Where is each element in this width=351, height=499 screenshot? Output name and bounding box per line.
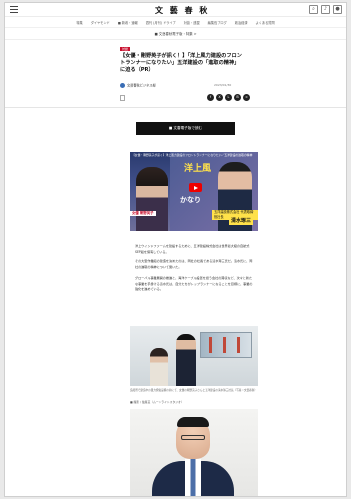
video-title: 【女優・剛野英子が訊く】洋上風力建設のフロントランナーになりたい／五洋建設の進取…	[132, 153, 253, 157]
photo-ship-model	[200, 332, 252, 358]
category-badge: 対談	[120, 47, 131, 51]
search-icon[interactable]: ⌕	[309, 5, 318, 14]
author-avatar	[120, 83, 125, 88]
video-player[interactable]: 【女優・剛野英子が訊く】洋上風力建設のフロントランナーになりたい／五洋建設の進取…	[130, 152, 258, 231]
hamburger-menu-icon[interactable]	[10, 6, 18, 13]
header-icons: ⌕ ♪ ●	[309, 5, 342, 14]
body-paragraph: グローバル事業展開の推進と、海洋ケーブル設置を担う会社の買収など、次々と新たな事…	[135, 276, 253, 292]
portrait-photo	[130, 409, 258, 496]
breadcrumb[interactable]: ■ 文藝春秋電子版・特集 >	[5, 30, 346, 38]
video-overlay-text: 洋上風	[184, 164, 212, 174]
author-byline[interactable]: 文藝春秋ビジネス部	[120, 83, 156, 89]
play-button-icon[interactable]	[189, 183, 202, 192]
page: 文 藝 春 秋 ⌕ ♪ ● 特集 ダイヤモンド ■ 新着・速報 週刊 (月刊) …	[4, 2, 347, 497]
video-overlay-text-2: かなり	[180, 195, 201, 204]
video-label-right-name: 清水琢三	[229, 218, 254, 225]
publish-date: 2023/01/30	[214, 83, 232, 87]
nav-item[interactable]: よくある質問	[256, 18, 275, 27]
hatena-icon[interactable]: B	[234, 94, 241, 101]
body-paragraph: その大型作業船の建造を決めたのは、同社の社長である清水琢三氏だ。清水氏に、同社の…	[135, 259, 253, 269]
user-icon[interactable]: ●	[333, 5, 342, 14]
article-headline: 【女優・剛野英子が訊く！】「洋上風力建設のフロントランナーになりたい」五洋建設の…	[120, 53, 242, 74]
read-in-app-button[interactable]: ■ 文春電子版で読む	[136, 122, 235, 135]
bookmark-icon[interactable]	[120, 95, 125, 101]
photo-caption: 造船所で建造中の風力発電設備の前にて、女優の剛野英子さんと五洋建設の清水琢三社長…	[130, 389, 257, 392]
breadcrumb-text[interactable]: ■ 文藝春秋電子版・特集 >	[154, 32, 196, 36]
nav-item[interactable]: 政治経済	[235, 18, 248, 27]
photo-person-woman	[150, 348, 168, 386]
photo-credit: ■ 撮影 / 佐藤亘（ムーンライトスタジオ）	[130, 400, 184, 404]
portrait-glasses	[181, 435, 205, 440]
photo-person-man	[176, 334, 196, 386]
nav-item[interactable]: 特集	[76, 18, 82, 27]
video-label-left: 女優 剛野英子	[130, 211, 156, 216]
nav-item[interactable]: ■ 新着・速報	[118, 18, 138, 27]
site-header: 文 藝 春 秋 ⌕ ♪ ●	[5, 3, 346, 17]
bell-icon[interactable]: ♪	[321, 5, 330, 14]
nav-item[interactable]: 週刊 (月刊) ドライブ	[146, 18, 176, 27]
divider	[5, 39, 346, 40]
divider	[5, 107, 346, 108]
line-icon[interactable]: L	[225, 94, 232, 101]
portrait-hair	[177, 417, 209, 427]
link-icon[interactable]: ∞	[243, 94, 250, 101]
share-buttons: f X L B ∞	[207, 94, 250, 101]
video-person-left	[136, 167, 168, 231]
facebook-icon[interactable]: f	[207, 94, 214, 101]
portrait-shirt-tie	[185, 459, 201, 496]
nav-item[interactable]: 対談・連載	[184, 18, 200, 27]
site-logo[interactable]: 文 藝 春 秋	[155, 5, 209, 16]
article-photo	[130, 326, 258, 386]
body-paragraph: 洋上ウインドファームを建設するために、五洋建設株式会社は世界最大級の自航式SEP…	[135, 244, 250, 254]
nav-item[interactable]: 編集長ブログ	[208, 18, 227, 27]
x-icon[interactable]: X	[216, 94, 223, 101]
author-name[interactable]: 文藝春秋ビジネス部	[127, 84, 156, 88]
global-nav: 特集 ダイヤモンド ■ 新着・速報 週刊 (月刊) ドライブ 対談・連載 編集長…	[5, 18, 346, 28]
cta-label: ■ 文春電子版で読む	[168, 126, 203, 130]
nav-item[interactable]: ダイヤモンド	[91, 18, 110, 27]
